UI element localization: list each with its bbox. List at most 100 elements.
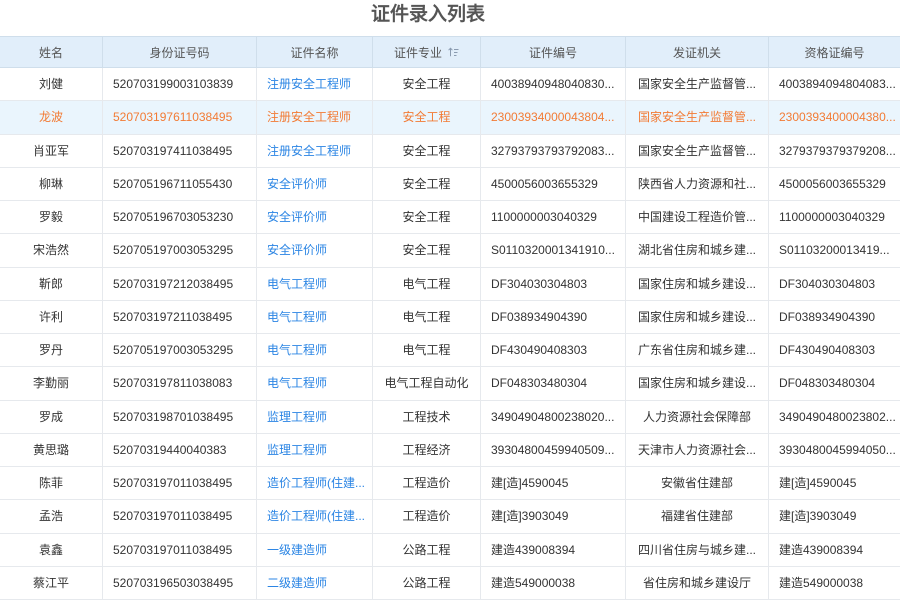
cell-qualification-number: 建造549000038 [779,575,864,590]
cell-qualification-number: S01103200013419... [779,243,890,258]
cell-specialty: 电气工程 [373,334,481,367]
cell-specialty: 工程经济 [373,433,481,466]
table-row[interactable]: 许利 520703197211038495 电气工程师 电气工程 DF038934904… [0,300,900,334]
cell-qualification-number: 建[造]3903049 [779,509,857,524]
table-row[interactable]: 靳郎 520703197212038495 电气工程师 电气工程 DF304030304… [0,267,900,301]
cell-cert-number: 39304800459940509... [481,433,626,466]
cert-name-link[interactable]: 安全评价师 [257,234,373,267]
cell-cert-number: 建造549000038 [481,566,626,599]
cell-name: 龙波 [0,101,103,134]
cert-name-link[interactable]: 安全评价师 [257,201,373,234]
certificate-table: 姓名 身份证号码 证件名称 证件专业 证件编号 发证机关 资格证编号 刘健 520… [0,36,900,600]
table-row[interactable]: 肖亚军 520703197411038495 注册安全工程师 安全工程 32793793… [0,134,900,168]
cell-qualification-number: 3930480045994050... [779,442,896,457]
table-row[interactable]: 宋浩然 520705197003053295 安全评价师 安全工程 S011032000… [0,234,900,268]
table-row[interactable]: 孟浩 520703197011038495 造价工程师(住建... 工程造价 建[造]3… [0,500,900,534]
column-header-id-number: 身份证号码 [103,37,257,67]
table-row[interactable]: 袁鑫 520703197011038495 一级建造师 公路工程 建造439008394… [0,533,900,567]
cell-name: 肖亚军 [0,134,103,167]
cell-name: 罗毅 [0,201,103,234]
cert-name-link[interactable]: 电气工程师 [257,267,373,300]
cell-id-number: 520703196503038495 [103,566,257,599]
cell-issuer: 广东省住房和城乡建... [626,334,769,367]
table-row[interactable]: 李勤丽 520703197811038083 电气工程师 电气工程自动化 DF04830… [0,367,900,401]
column-header-name: 姓名 [0,37,103,67]
cell-issuer: 人力资源社会保障部 [626,400,769,433]
column-header-specialty[interactable]: 证件专业 [373,37,481,67]
cell-issuer: 四川省住房与城乡建... [626,533,769,566]
cell-specialty: 工程造价 [373,500,481,533]
column-header-cert-name: 证件名称 [257,37,373,67]
cell-specialty: 电气工程 [373,300,481,333]
cell-cert-number: 1100000003040329 [481,201,626,234]
cell-name: 靳郎 [0,267,103,300]
cert-name-link[interactable]: 电气工程师 [257,334,373,367]
cell-id-number: 520703199003103839 [103,68,257,101]
cell-issuer: 国家住房和城乡建设... [626,367,769,400]
cell-cert-number: DF304030304803 [481,267,626,300]
cell-id-number: 520705197003053295 [103,234,257,267]
cell-name: 刘健 [0,68,103,101]
cell-qualification-number: 4500056003655329 [779,176,886,191]
cert-name-link[interactable]: 造价工程师(住建... [257,467,373,500]
cert-name-link[interactable]: 造价工程师(住建... [257,500,373,533]
table-row[interactable]: 蔡江平 520703196503038495 二级建造师 公路工程 建造54900003… [0,566,900,600]
cert-name-link[interactable]: 注册安全工程师 [257,134,373,167]
cell-specialty: 安全工程 [373,101,481,134]
cert-name-link[interactable]: 一级建造师 [257,533,373,566]
cell-cert-number: S0110320001341910... [481,234,626,267]
cell-qualification-number: 3490490480023802... [779,409,896,424]
table-row[interactable]: 柳琳 520705196711055430 安全评价师 安全工程 45000560036… [0,167,900,201]
cell-issuer: 陕西省人力资源和社... [626,167,769,200]
cell-specialty: 工程造价 [373,467,481,500]
column-header-specialty-label: 证件专业 [393,45,442,60]
table-header: 姓名 身份证号码 证件名称 证件专业 证件编号 发证机关 资格证编号 [0,36,900,68]
cell-name: 袁鑫 [0,533,103,566]
cell-name: 宋浩然 [0,234,103,267]
cell-name: 黄思璐 [0,433,103,466]
cell-name: 蔡江平 [0,566,103,599]
cell-cert-number: 40038940948040830... [481,68,626,101]
cell-cert-number: DF048303480304 [481,367,626,400]
cell-id-number: 520705197003053295 [103,334,257,367]
cert-name-link[interactable]: 监理工程师 [257,400,373,433]
cell-specialty: 安全工程 [373,201,481,234]
cert-name-link[interactable]: 监理工程师 [257,433,373,466]
page-title: 证件录入列表 [370,4,485,25]
cert-name-link[interactable]: 电气工程师 [257,367,373,400]
cell-id-number: 520703197011038495 [103,467,257,500]
table-row[interactable]: 刘健 520703199003103839 注册安全工程师 安全工程 400389409… [0,68,900,102]
cert-name-link[interactable]: 二级建造师 [257,566,373,599]
cert-name-link[interactable]: 注册安全工程师 [257,68,373,101]
cell-name: 许利 [0,300,103,333]
cell-issuer: 省住房和城乡建设厅 [626,566,769,599]
cell-issuer: 国家安全生产监督管... [626,101,769,134]
cert-name-link[interactable]: 注册安全工程师 [257,101,373,134]
table-body: 刘健 520703199003103839 注册安全工程师 安全工程 400389409… [0,68,900,600]
cell-qualification-number: 2300393400004380... [779,110,896,125]
cell-id-number: 520703198701038495 [103,400,257,433]
cert-name-link[interactable]: 安全评价师 [257,167,373,200]
cell-qualification-number: 建造439008394 [779,542,864,557]
cell-qualification-number: 1100000003040329 [779,210,885,224]
cell-id-number: 520703197011038495 [103,500,257,533]
cell-specialty: 工程技术 [373,400,481,433]
table-row[interactable]: 龙波 520703197611038495 注册安全工程师 安全工程 230039340… [0,101,900,135]
cell-cert-number: 34904904800238020... [481,400,626,433]
cell-qualification-number: 4003894094804083... [779,77,896,91]
sort-icon[interactable] [448,47,459,57]
cert-name-link[interactable]: 电气工程师 [257,300,373,333]
table-row[interactable]: 罗毅 520705196703053230 安全评价师 安全工程 11000000030… [0,201,900,235]
table-row[interactable]: 罗丹 520705197003053295 电气工程师 电气工程 DF430490408… [0,334,900,368]
column-header-qualification-number: 资格证编号 [804,45,865,60]
cell-id-number: 520703197811038083 [103,367,257,400]
table-row[interactable]: 罗成 520703198701038495 监理工程师 工程技术 34904904800… [0,400,900,434]
cell-id-number: 520703197212038495 [103,267,257,300]
cell-specialty: 安全工程 [373,68,481,101]
cell-issuer: 福建省住建部 [626,500,769,533]
table-row[interactable]: 陈菲 520703197011038495 造价工程师(住建... 工程造价 建[造]4… [0,467,900,501]
cell-qualification-number: 建[造]4590045 [779,476,857,490]
cell-specialty: 公路工程 [373,566,481,599]
table-row[interactable]: 黄思璐 52070319440040383 监理工程师 工程经济 39304800459… [0,433,900,467]
cell-name: 罗丹 [0,334,103,367]
